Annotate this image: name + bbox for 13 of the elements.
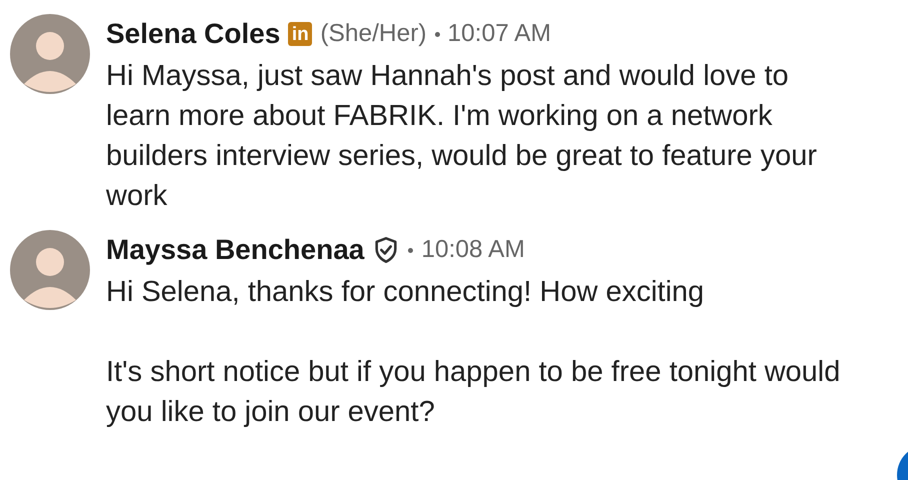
- pronouns: (She/Her): [320, 20, 427, 48]
- message-text: It's short notice but if you happen to be free tonight would you like to join our event?: [106, 355, 842, 430]
- message-text: Hi Selena, thanks for connecting! How exciting: [106, 275, 706, 310]
- avatar-silhouette[interactable]: [10, 14, 90, 94]
- separator-dot: [408, 248, 414, 252]
- avatar-silhouette[interactable]: [10, 230, 90, 310]
- message-time: 10:08 AM: [421, 236, 525, 264]
- message-text: Hi Mayssa, just saw Hannah's post and would love to learn more about FABRIK. I'm working on a network builders interview series, would be great to feature your work: [106, 59, 818, 214]
- separator-dot: [434, 32, 440, 36]
- sender-name[interactable]: Mayssa Benchenaa: [106, 234, 364, 266]
- message-time: 10:07 AM: [448, 20, 552, 48]
- premium-badge: in: [288, 22, 312, 46]
- sender-name[interactable]: Selena Coles: [106, 18, 280, 50]
